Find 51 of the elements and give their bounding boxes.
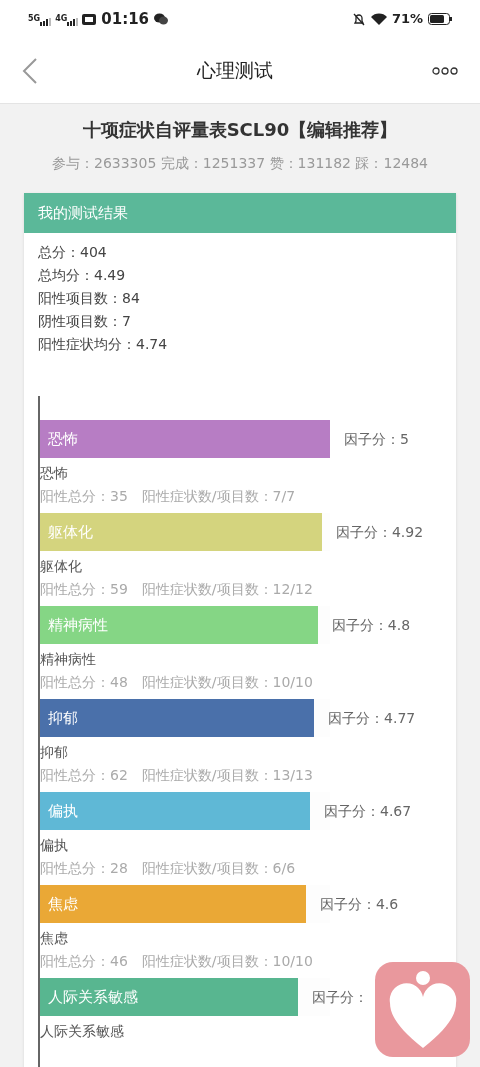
factor-name: 偏执 — [40, 836, 69, 855]
factor-score: 因子分：4.67 — [324, 801, 412, 821]
factor-name: 焦虑 — [40, 929, 69, 948]
wifi-icon — [370, 13, 387, 25]
factor-detail: 阳性总分：62 阳性症状数/项目数：13/13 — [40, 766, 314, 785]
more-icon[interactable] — [432, 66, 458, 75]
factor-score: 因子分：4.8 — [331, 615, 411, 635]
factor-score: 因子分：4.6 — [319, 894, 399, 914]
signal-label: 4G — [55, 13, 68, 25]
factor-score: 因子分：4.92 — [335, 522, 424, 542]
test-title: 十项症状自评量表SCL90【编辑推荐】 — [82, 118, 398, 142]
factor-score: 因子分：5 — [344, 429, 409, 449]
heart-icon — [387, 969, 458, 1050]
factor-score: 因子分： — [312, 987, 369, 1007]
hd-icon — [82, 13, 97, 25]
battery-icon — [428, 13, 452, 25]
factor-bar: 恐怖 — [40, 420, 330, 458]
heart-button[interactable] — [375, 962, 470, 1057]
summary-line: 阳性项目数：84 — [38, 289, 141, 308]
page-title: 心理测试 — [197, 58, 273, 84]
summary-line: 总分：404 — [38, 243, 108, 262]
factor-bar: 偏执 — [40, 792, 310, 830]
status-time: 01:16 — [101, 8, 150, 30]
back-icon[interactable] — [22, 57, 38, 84]
factor-bar: 焦虑 — [40, 885, 306, 923]
factor-detail: 阳性总分：48 阳性症状数/项目数：10/10 — [40, 673, 314, 692]
factor-detail: 阳性总分：46 阳性症状数/项目数：10/10 — [40, 952, 314, 971]
factor-name: 躯体化 — [40, 557, 83, 576]
factor-name: 人际关系敏感 — [40, 1022, 125, 1041]
signal-icon — [67, 18, 80, 26]
factor-name: 抑郁 — [40, 743, 69, 762]
summary-line: 阴性项目数：7 — [38, 312, 132, 331]
factor-bar: 抑郁 — [40, 699, 315, 737]
factor-name: 恐怖 — [40, 464, 69, 483]
factor-bar: 躯体化 — [40, 513, 322, 551]
factor-detail: 阳性总分：35 阳性症状数/项目数：7/7 — [40, 487, 297, 506]
factor-detail: 阳性总分：59 阳性症状数/项目数：12/12 — [40, 580, 314, 599]
battery-label: 71% — [391, 10, 423, 29]
bell-off-icon — [352, 12, 365, 26]
factor-bar: 精神病性 — [40, 606, 318, 644]
factor-name: 精神病性 — [40, 650, 97, 669]
summary-line: 总均分：4.49 — [38, 266, 127, 285]
factor-score: 因子分：4.77 — [328, 708, 416, 728]
chat-icon — [154, 13, 169, 25]
signal-icon — [40, 18, 53, 26]
card-header: 我的测试结果 — [24, 193, 456, 233]
summary-line: 阳性症状均分：4.74 — [38, 335, 169, 354]
test-stats: 参与：2633305 完成：1251337 赞：131182 踩：12484 — [52, 154, 428, 173]
factor-detail: 阳性总分：28 阳性症状数/项目数：6/6 — [40, 859, 297, 878]
signal-label: 5G — [28, 13, 41, 25]
factor-bar: 人际关系敏感 — [40, 978, 299, 1016]
